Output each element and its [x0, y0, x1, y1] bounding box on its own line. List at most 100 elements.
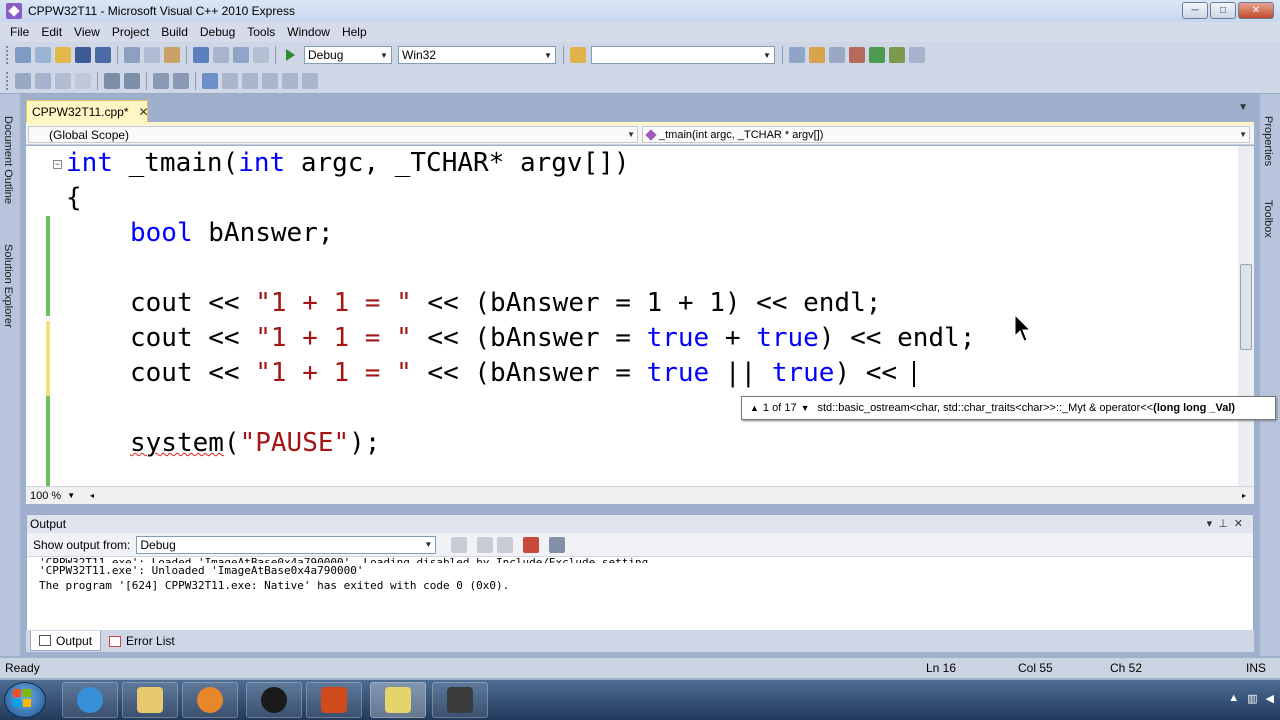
start-debugging-icon[interactable]: [286, 49, 295, 61]
start-page-icon[interactable]: [869, 47, 885, 63]
output-source-select[interactable]: Debug ▼: [136, 535, 437, 554]
navigate-backward-icon[interactable]: [233, 47, 249, 63]
next-bookmark-icon[interactable]: [242, 72, 258, 89]
toolbar-grip[interactable]: [6, 46, 9, 64]
previous-bookmark-in-folder-icon[interactable]: [262, 72, 278, 89]
properties-tab[interactable]: Properties: [1262, 116, 1274, 166]
undo-icon[interactable]: [193, 47, 209, 63]
visual-cpp-button[interactable]: [370, 682, 426, 718]
solution-configuration-select[interactable]: Debug ▼: [304, 46, 392, 64]
solution-explorer-icon[interactable]: [789, 47, 805, 63]
visual-studio-icon: [6, 3, 22, 19]
paste-icon[interactable]: [164, 47, 180, 63]
navigate-forward-icon[interactable]: [253, 47, 269, 63]
tab-error-list[interactable]: Error List: [101, 631, 183, 651]
extension-manager-icon[interactable]: [889, 47, 905, 63]
cut-icon[interactable]: [124, 47, 140, 63]
editor-bottom-bar: 100 % ▼ ◂ ▸: [26, 486, 1254, 504]
solution-explorer-tab[interactable]: Solution Explorer: [2, 244, 14, 328]
windows-logo-icon: [13, 689, 31, 707]
standard-toolbar: Debug ▼ Win32 ▼ ▼: [0, 42, 1280, 68]
menu-help[interactable]: Help: [336, 25, 373, 39]
next-overload-icon[interactable]: ▼: [801, 403, 810, 413]
properties-icon[interactable]: [809, 47, 825, 63]
toolbox-tab[interactable]: Toolbox: [1262, 200, 1274, 238]
previous-message-icon[interactable]: [477, 536, 494, 553]
zoom-select[interactable]: 100 % ▼: [26, 488, 88, 504]
previous-bookmark-icon[interactable]: [222, 72, 238, 89]
clear-all-icon[interactable]: [523, 536, 540, 553]
minimize-button[interactable]: ─: [1182, 2, 1208, 19]
new-project-icon[interactable]: [15, 47, 31, 63]
internet-explorer-button[interactable]: [62, 682, 118, 718]
chevron-down-icon: ▼: [1239, 130, 1247, 139]
powerpoint-button[interactable]: [306, 682, 362, 718]
toggle-bookmark-icon[interactable]: [202, 72, 218, 89]
hp-icon: [261, 687, 287, 713]
decrease-indent-icon[interactable]: [104, 72, 120, 89]
menu-window[interactable]: Window: [281, 25, 336, 39]
document-outline-tab[interactable]: Document Outline: [2, 116, 14, 204]
status-bar: Ready Ln 16 Col 55 Ch 52 INS: [0, 658, 1280, 678]
word-wrap-icon[interactable]: [549, 536, 566, 553]
previous-overload-icon[interactable]: ▲: [750, 403, 759, 413]
open-file-icon[interactable]: [55, 47, 71, 63]
menu-tools[interactable]: Tools: [241, 25, 281, 39]
comment-icon[interactable]: [153, 72, 169, 89]
object-browser-icon[interactable]: [829, 47, 845, 63]
menu-file[interactable]: File: [4, 25, 35, 39]
toolbox-icon[interactable]: [849, 47, 865, 63]
hp-button[interactable]: [246, 682, 302, 718]
menu-view[interactable]: View: [68, 25, 106, 39]
solution-platform-select[interactable]: Win32 ▼: [398, 46, 556, 64]
outline-collapse-icon[interactable]: −: [53, 160, 62, 169]
find-message-icon[interactable]: [451, 536, 468, 553]
close-button[interactable]: ✕: [1238, 2, 1274, 19]
uncomment-icon[interactable]: [173, 72, 189, 89]
add-item-icon[interactable]: [35, 47, 51, 63]
copy-icon[interactable]: [144, 47, 160, 63]
media-player-button[interactable]: [182, 682, 238, 718]
windows-explorer-button[interactable]: [122, 682, 178, 718]
function-select[interactable]: _tmain(int argc, _TCHAR * argv[]) ▼: [642, 126, 1250, 143]
find-in-files-icon[interactable]: [570, 47, 586, 63]
menu-debug[interactable]: Debug: [194, 25, 241, 39]
tab-output[interactable]: Output: [30, 631, 102, 651]
find-combo[interactable]: ▼: [591, 46, 775, 64]
redo-icon[interactable]: [213, 47, 229, 63]
command-window-icon[interactable]: [909, 47, 925, 63]
maximize-button[interactable]: □: [1210, 2, 1236, 19]
toolbar-grip[interactable]: [6, 71, 9, 90]
menu-build[interactable]: Build: [155, 25, 194, 39]
clear-bookmarks-icon[interactable]: [302, 72, 318, 89]
complete-word-icon[interactable]: [75, 72, 91, 89]
list-members-icon[interactable]: [15, 72, 31, 89]
quick-info-icon[interactable]: [55, 72, 71, 89]
document-tab[interactable]: CPPW32T11.cpp* ✕: [26, 100, 149, 122]
volume-icon[interactable]: ◀: [1266, 692, 1274, 705]
next-message-icon[interactable]: [497, 536, 514, 553]
scroll-right-icon[interactable]: ▸: [1242, 491, 1246, 500]
close-tab-icon[interactable]: ✕: [139, 105, 149, 119]
vertical-scrollbar[interactable]: [1238, 146, 1254, 486]
increase-indent-icon[interactable]: [124, 72, 140, 89]
menu-project[interactable]: Project: [106, 25, 155, 39]
output-window-controls[interactable]: ▾⊥✕: [1207, 517, 1249, 530]
code-line: system("PAUSE");: [130, 428, 381, 458]
save-icon[interactable]: [75, 47, 91, 63]
change-marker-saved: [46, 216, 50, 316]
network-icon[interactable]: ▥: [1247, 692, 1257, 705]
parameter-info-icon[interactable]: [35, 72, 51, 89]
code-editor[interactable]: − int _tmain(int argc, _TCHAR* argv[]) {…: [26, 146, 1254, 486]
show-hidden-icons-icon[interactable]: ▲: [1228, 692, 1239, 705]
status-char: Ch 52: [1110, 661, 1143, 675]
save-all-icon[interactable]: [95, 47, 111, 63]
next-bookmark-in-folder-icon[interactable]: [282, 72, 298, 89]
scrollbar-thumb[interactable]: [1240, 264, 1252, 350]
menu-edit[interactable]: Edit: [35, 25, 68, 39]
camtasia-button[interactable]: [432, 682, 488, 718]
document-window-menu-icon[interactable]: ▼: [1238, 102, 1248, 113]
menu-bar: File Edit View Project Build Debug Tools…: [0, 22, 1280, 42]
scope-select[interactable]: (Global Scope) ▼: [28, 126, 638, 143]
scroll-left-icon[interactable]: ◂: [90, 491, 94, 500]
